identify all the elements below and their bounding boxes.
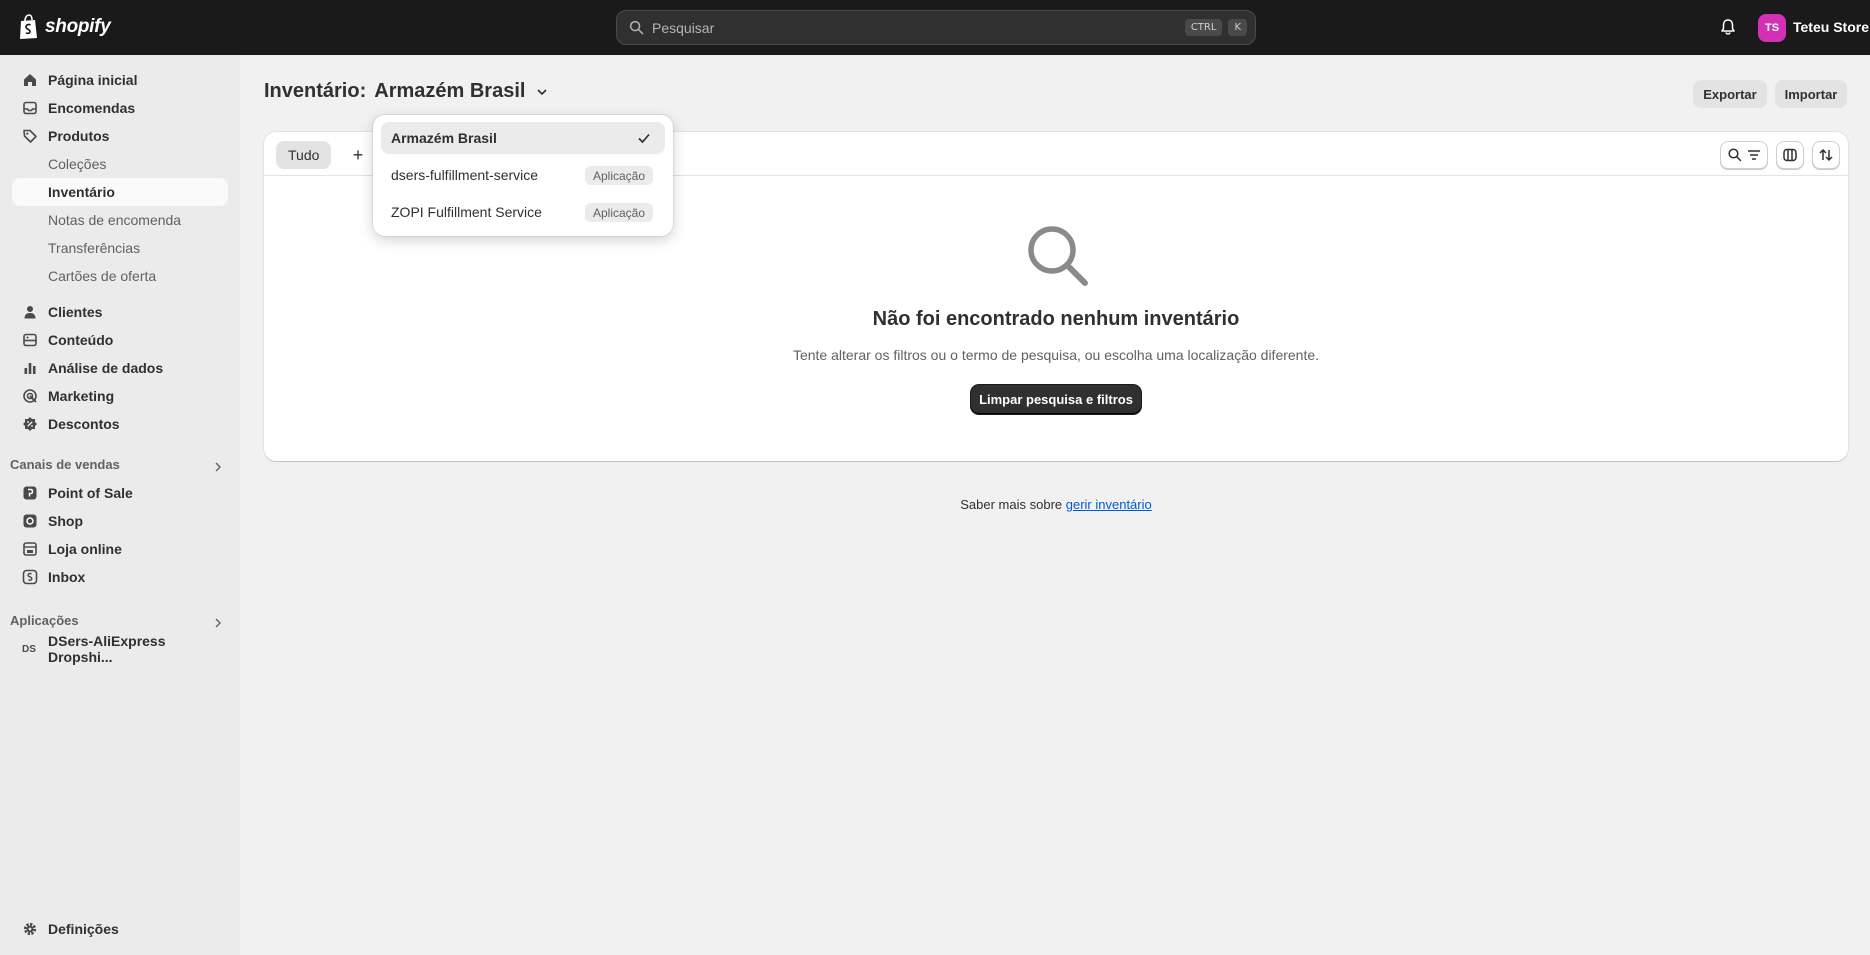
chevron-right-icon[interactable] (212, 461, 224, 473)
sidebar-item-content[interactable]: Conteúdo (12, 326, 228, 354)
sidebar-item-label: Cartões de oferta (48, 268, 157, 284)
columns-button[interactable] (1776, 141, 1804, 169)
empty-search-icon (1028, 226, 1088, 286)
search-icon (629, 20, 644, 35)
sidebar-item-label: Clientes (48, 304, 103, 320)
sidebar-item-label: Página inicial (48, 72, 138, 88)
sidebar-item-home[interactable]: Página inicial (12, 66, 228, 94)
content-icon (23, 333, 37, 347)
sidebar-item-inbox[interactable]: Inbox (12, 563, 228, 591)
sales-channels-title[interactable]: Canais de vendas (10, 457, 120, 472)
location-selector[interactable]: Armazém Brasil (374, 80, 525, 103)
sidebar-item-label: Conteúdo (48, 332, 114, 348)
home-icon (24, 74, 36, 86)
apps-title[interactable]: Aplicações (10, 613, 79, 628)
inbox-icon (23, 101, 37, 115)
sidebar-item-label: Inbox (48, 569, 86, 585)
person-icon (24, 306, 36, 319)
bar-chart-icon (24, 363, 36, 374)
sidebar-item-inventory[interactable]: Inventário (12, 178, 228, 206)
sort-icon (1819, 148, 1833, 162)
sidebar-item-transfers[interactable]: Transferências (12, 234, 228, 262)
shopify-bag-icon (20, 14, 37, 39)
shop-icon (23, 514, 37, 528)
target-icon (23, 389, 37, 403)
dsers-app-icon: DS (22, 643, 36, 655)
sidebar-item-label: Encomendas (48, 100, 136, 116)
location-option-zopi[interactable]: ZOPI Fulfillment Service Aplicação (381, 196, 665, 228)
option-label: dsers-fulfillment-service (391, 167, 539, 183)
page-title-label: Inventário: (264, 80, 367, 102)
checkmark-icon (638, 133, 650, 144)
export-button[interactable]: Exportar (1693, 80, 1767, 108)
learn-more-label: Saber mais sobre (960, 497, 1066, 512)
manage-inventory-link[interactable]: gerir inventário (1066, 497, 1152, 512)
sidebar-item-label: DSers-AliExpress Dropshi... (48, 633, 166, 665)
shopify-logo[interactable]: shopify (18, 13, 111, 41)
sidebar-item-products[interactable]: Produtos (12, 122, 228, 150)
sidebar-item-label: Coleções (48, 156, 107, 172)
clear-search-filters-button[interactable]: Limpar pesquisa e filtros (971, 385, 1141, 414)
columns-icon (1783, 148, 1797, 162)
tag-icon (23, 129, 37, 143)
sidebar-item-gift-cards[interactable]: Cartões de oferta (12, 262, 228, 290)
location-option-armazem-brasil[interactable]: Armazém Brasil (381, 122, 665, 154)
sidebar-item-label: Produtos (48, 128, 110, 144)
search-placeholder: Pesquisar (652, 19, 715, 36)
store-icon (23, 542, 37, 556)
sidebar-item-orders[interactable]: Encomendas (12, 94, 228, 122)
chat-icon (22, 569, 38, 585)
sidebar-item-label: Análise de dados (48, 360, 164, 376)
top-bar: shopify Pesquisar CTRL K TS Teteu Store (0, 0, 1870, 55)
app-badge: Aplicação (584, 203, 653, 222)
sidebar-item-label: Inventário (48, 184, 115, 200)
sidebar-item-customers[interactable]: Clientes (12, 298, 228, 326)
sidebar-item-purchase-orders[interactable]: Notas de encomenda (12, 206, 228, 234)
shortcut-key-k: K (1228, 19, 1247, 36)
sidebar-item-label: Notas de encomenda (48, 212, 182, 228)
option-label: Armazém Brasil (391, 130, 497, 146)
sidebar-item-label: Descontos (48, 416, 120, 432)
shortcut-key-ctrl: CTRL (1184, 19, 1223, 36)
sidebar-item-collections[interactable]: Coleções (12, 150, 228, 178)
search-icon (1727, 148, 1741, 162)
search-bar[interactable]: Pesquisar CTRL K (616, 10, 1256, 45)
location-option-dsers[interactable]: dsers-fulfillment-service Aplicação (381, 159, 665, 191)
sidebar-item-label: Marketing (48, 388, 115, 404)
sort-button[interactable] (1812, 141, 1840, 169)
discount-icon (23, 417, 37, 431)
logo-wordmark: shopify (45, 16, 111, 37)
empty-state-description: Tente alterar os filtros ou o termo de p… (792, 347, 1320, 363)
gear-icon (23, 922, 37, 936)
search-filter-button[interactable] (1720, 141, 1768, 169)
tab-all[interactable]: Tudo (276, 141, 332, 169)
learn-more-text: Saber mais sobre gerir inventário (0, 497, 1870, 512)
filter-icon (1747, 150, 1760, 160)
sidebar-item-label: Shop (48, 513, 83, 529)
app-badge: Aplicação (584, 166, 653, 185)
add-view-button[interactable]: + (344, 141, 372, 169)
location-dropdown: Armazém Brasil dsers-fulfillment-service… (373, 115, 673, 236)
store-name[interactable]: Teteu Store (1793, 19, 1869, 35)
page-title: Inventário: Armazém Brasil (264, 80, 549, 103)
chevron-right-icon[interactable] (212, 617, 224, 629)
sidebar-item-label: Loja online (48, 541, 122, 557)
sidebar-item-online-store[interactable]: Loja online (12, 535, 228, 563)
sidebar-item-dsers-app[interactable]: DS DSers-AliExpress Dropshi... (12, 633, 228, 665)
sidebar-item-analytics[interactable]: Análise de dados (12, 354, 228, 382)
avatar[interactable]: TS (1758, 14, 1786, 42)
option-label: ZOPI Fulfillment Service (391, 204, 542, 220)
sidebar-item-label: Definições (48, 921, 119, 937)
sidebar-item-label: Transferências (48, 240, 141, 256)
empty-state-title: Não foi encontrado nenhum inventário (872, 308, 1240, 330)
sidebar-item-marketing[interactable]: Marketing (12, 382, 228, 410)
chevron-down-icon[interactable] (535, 85, 549, 99)
sidebar-item-discounts[interactable]: Descontos (12, 410, 228, 438)
bell-icon[interactable] (1718, 17, 1738, 37)
import-button[interactable]: Importar (1775, 80, 1847, 108)
sidebar-item-settings[interactable]: Definições (12, 915, 228, 943)
